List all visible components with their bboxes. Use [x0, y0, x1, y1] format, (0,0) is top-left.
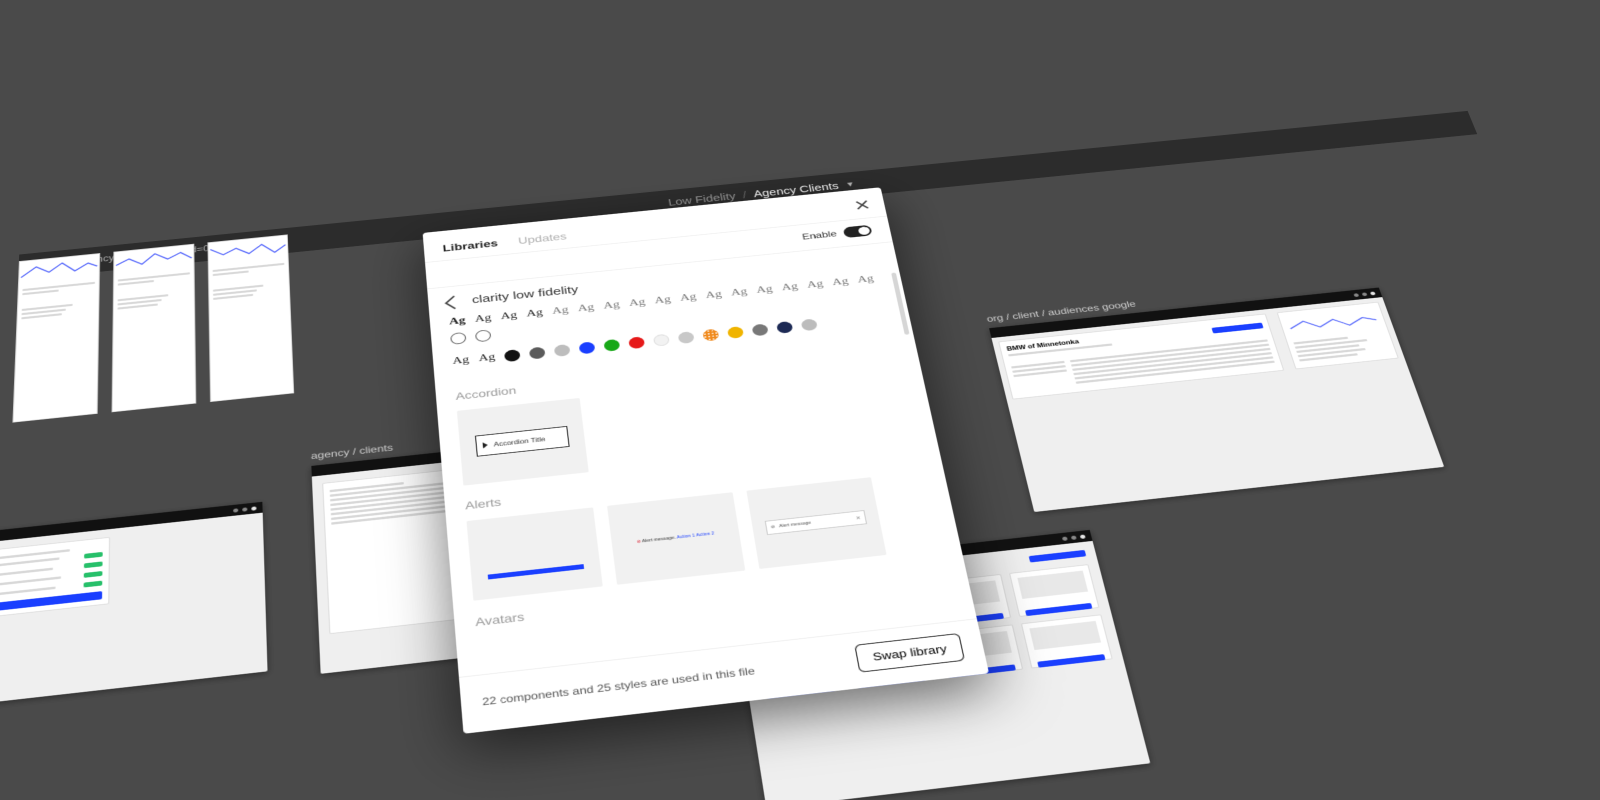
- color-style[interactable]: [579, 341, 596, 354]
- text-style[interactable]: Ag: [806, 279, 824, 292]
- component-tile-alert-msg[interactable]: ⊘ Alert message. Action 1 Action 2: [607, 492, 745, 585]
- component-tile-accordion[interactable]: Accordion Title: [457, 398, 589, 486]
- color-style[interactable]: [703, 329, 720, 342]
- color-style[interactable]: [801, 318, 818, 331]
- enable-toggle[interactable]: [843, 225, 873, 238]
- color-style[interactable]: [475, 329, 491, 342]
- text-style[interactable]: Ag: [628, 297, 646, 310]
- text-style[interactable]: Ag: [654, 294, 672, 307]
- text-style[interactable]: Ag: [478, 352, 496, 365]
- text-style[interactable]: Ag: [603, 299, 621, 312]
- canvas-frame-group[interactable]: [11, 244, 310, 457]
- color-style[interactable]: [504, 349, 521, 362]
- color-style[interactable]: [450, 332, 466, 345]
- text-style[interactable]: Ag: [552, 305, 570, 318]
- chevron-right-icon: [483, 442, 488, 448]
- library-usage-text: 22 components and 25 styles are used in …: [482, 665, 756, 708]
- color-style[interactable]: [752, 324, 769, 337]
- canvas-frame[interactable]: [0, 502, 268, 705]
- color-style[interactable]: [604, 339, 621, 352]
- color-style[interactable]: [727, 326, 744, 339]
- color-style[interactable]: [554, 344, 571, 357]
- text-style[interactable]: Ag: [452, 354, 470, 367]
- text-style[interactable]: Ag: [500, 310, 517, 323]
- color-style[interactable]: [678, 331, 695, 344]
- color-style[interactable]: [653, 334, 670, 347]
- enable-label: Enable: [801, 229, 837, 242]
- color-style[interactable]: [628, 336, 645, 349]
- scrollbar[interactable]: [891, 272, 909, 334]
- text-style[interactable]: Ag: [781, 281, 799, 294]
- text-style[interactable]: Ag: [679, 292, 697, 305]
- text-style[interactable]: Ag: [526, 307, 543, 320]
- text-style[interactable]: Ag: [449, 315, 466, 328]
- text-style[interactable]: Ag: [577, 302, 595, 315]
- component-tile-alert-box[interactable]: ⊘ Alert message ✕: [746, 477, 886, 569]
- text-style[interactable]: Ag: [474, 313, 491, 326]
- frame-label: agency / clients: [311, 442, 394, 461]
- text-style[interactable]: Ag: [705, 289, 723, 302]
- color-style[interactable]: [529, 347, 546, 360]
- close-icon: ✕: [855, 515, 861, 521]
- chevron-down-icon[interactable]: ▼: [845, 180, 855, 188]
- text-style[interactable]: Ag: [730, 286, 748, 299]
- text-style[interactable]: Ag: [756, 284, 774, 297]
- color-style[interactable]: [776, 321, 793, 334]
- close-icon[interactable]: [852, 198, 873, 213]
- canvas-frame[interactable]: org / client / audiences google BMW of M…: [989, 288, 1444, 512]
- back-icon[interactable]: [445, 295, 464, 309]
- text-style[interactable]: Ag: [831, 276, 849, 288]
- text-style[interactable]: Ag: [857, 274, 875, 286]
